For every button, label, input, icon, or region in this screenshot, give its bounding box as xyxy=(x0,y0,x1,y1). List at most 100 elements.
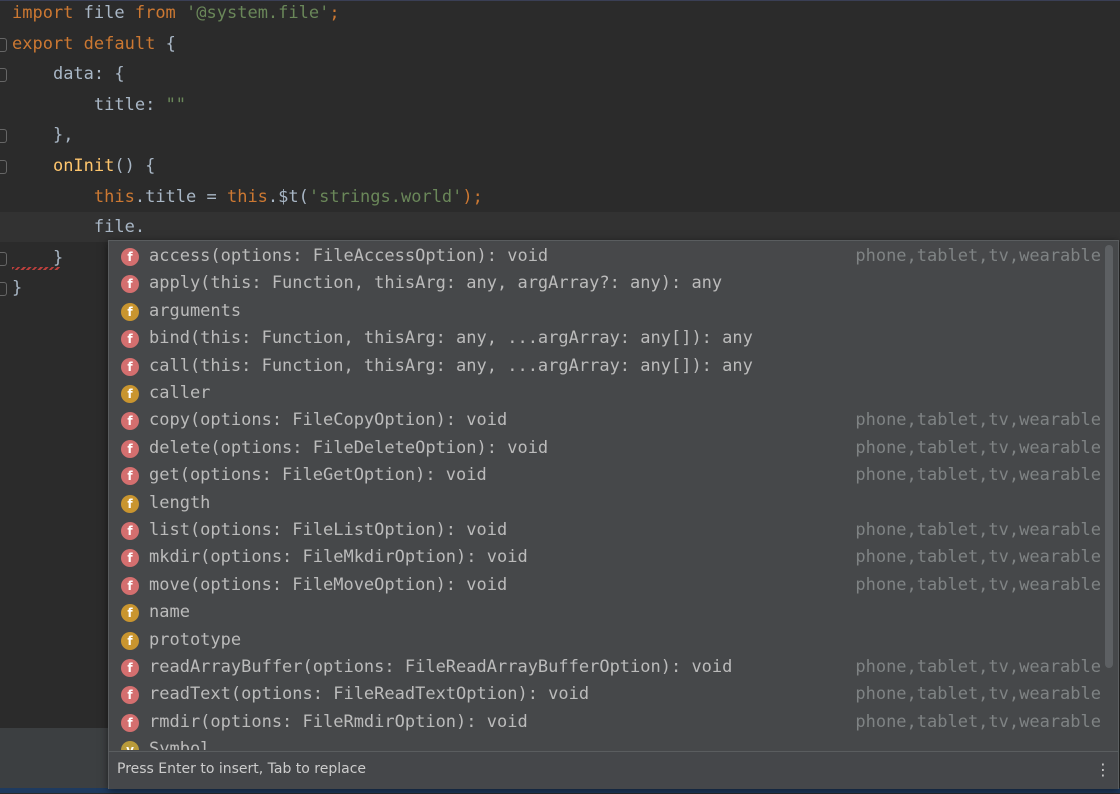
completion-item[interactable]: v Symbol xyxy=(109,736,1103,750)
fold-marker-icon[interactable] xyxy=(0,251,7,266)
code-token: .title = xyxy=(134,186,227,207)
completion-item[interactable]: f rmdir(options: FileRmdirOption): void ph… xyxy=(109,709,1103,736)
code-line[interactable]: title: "" xyxy=(0,90,1120,120)
code-text: title: "" xyxy=(12,90,186,120)
completion-item[interactable]: f readArrayBuffer(options: FileReadArrayB… xyxy=(109,654,1103,681)
code-line[interactable]: file. xyxy=(0,212,1120,243)
code-text: file. xyxy=(12,212,145,242)
property-icon: f xyxy=(121,604,139,623)
completion-item[interactable]: f name xyxy=(109,599,1103,626)
code-token: file. xyxy=(93,217,146,238)
completion-platforms: phone,tablet,tv,wearable xyxy=(855,574,1101,595)
code-line[interactable]: }, xyxy=(0,120,1120,150)
code-token: ; xyxy=(329,3,340,23)
method-icon: f xyxy=(121,522,139,540)
code-token: default xyxy=(83,33,156,54)
code-token: }, xyxy=(52,125,74,146)
completion-item[interactable]: f list(options: FileListOption): void phon… xyxy=(109,517,1103,544)
code-token: import xyxy=(12,3,74,23)
completion-item[interactable]: f mkdir(options: FileMkdirOption): void ph… xyxy=(109,544,1103,571)
method-icon: f xyxy=(121,686,139,705)
completion-signature: caller xyxy=(149,383,211,403)
vertical-dots-icon[interactable]: ⋮ xyxy=(1095,760,1111,780)
completion-item[interactable]: f delete(options: FileDeleteOption): void… xyxy=(109,435,1103,462)
code-token: export xyxy=(12,33,74,54)
method-icon: f xyxy=(121,549,139,568)
code-token: data xyxy=(52,64,94,85)
completion-list[interactable]: f access(options: FileAccessOption): void… xyxy=(109,243,1103,750)
code-line[interactable]: import file from '@system.file'; xyxy=(0,0,1120,28)
code-text: } xyxy=(12,273,22,303)
completion-signature: name xyxy=(149,602,190,623)
completion-item[interactable]: f prototype xyxy=(109,627,1103,654)
fold-marker-icon[interactable] xyxy=(0,282,7,297)
fold-marker-icon[interactable] xyxy=(0,68,7,83)
status-strip xyxy=(0,728,108,788)
code-token: : xyxy=(145,94,166,115)
method-icon: f xyxy=(121,330,139,349)
code-token: ); xyxy=(462,186,483,207)
completion-platforms: phone,tablet,tv,wearable xyxy=(855,465,1101,486)
code-token: { xyxy=(155,33,176,54)
method-icon: f xyxy=(121,275,139,294)
code-line[interactable]: data: { xyxy=(0,59,1120,89)
completion-footer: Press Enter to insert, Tab to replace ⋮ xyxy=(109,751,1118,789)
completion-signature: Symbol xyxy=(149,739,211,750)
completion-signature: apply(this: Function, thisArg: any, argA… xyxy=(149,273,723,294)
code-text: }, xyxy=(12,120,73,150)
code-token: : { xyxy=(93,64,125,85)
code-line[interactable]: onInit() { xyxy=(0,151,1120,181)
completion-scrollbar[interactable] xyxy=(1105,245,1113,668)
completion-item[interactable]: f copy(options: FileCopyOption): void phon… xyxy=(109,407,1103,434)
variable-icon: v xyxy=(121,741,139,750)
completion-item[interactable]: f move(options: FileMoveOption): void phon… xyxy=(109,572,1103,599)
completion-item[interactable]: f access(options: FileAccessOption): void… xyxy=(109,243,1103,271)
code-line[interactable]: this.title = this.$t('strings.world'); xyxy=(0,182,1120,212)
completion-signature: copy(options: FileCopyOption): void xyxy=(149,410,508,431)
completion-item[interactable]: f get(options: FileGetOption): void phone,… xyxy=(109,462,1103,489)
method-icon: f xyxy=(121,357,139,376)
completion-platforms: phone,tablet,tv,wearable xyxy=(855,657,1101,677)
method-icon: f xyxy=(121,576,139,595)
completion-item[interactable]: f readText(options: FileReadTextOption): … xyxy=(109,681,1103,708)
completion-signature: mkdir(options: FileMkdirOption): void xyxy=(149,547,528,568)
completion-signature: readText(options: FileReadTextOption): v… xyxy=(149,684,590,705)
completion-signature: readArrayBuffer(options: FileReadArrayBu… xyxy=(149,657,733,677)
completion-signature: move(options: FileMoveOption): void xyxy=(149,574,508,595)
error-squiggle xyxy=(12,266,60,270)
completion-item[interactable]: f apply(this: Function, thisArg: any, arg… xyxy=(109,270,1103,297)
completion-signature: call(this: Function, thisArg: any, ...ar… xyxy=(149,355,753,376)
property-icon: f xyxy=(121,385,139,403)
completion-signature: prototype xyxy=(149,629,242,650)
fold-marker-icon[interactable] xyxy=(0,129,7,144)
method-icon: f xyxy=(121,467,139,486)
code-text: export default { xyxy=(12,29,176,59)
completion-hint: Press Enter to insert, Tab to replace xyxy=(117,761,367,777)
code-token: .$t( xyxy=(267,186,309,207)
code-token: title xyxy=(93,94,146,115)
fold-marker-icon[interactable] xyxy=(0,160,7,174)
completion-item[interactable]: f arguments xyxy=(109,298,1103,325)
completion-item[interactable]: f call(this: Function, thisArg: any, ...a… xyxy=(109,353,1103,380)
completion-item[interactable]: f bind(this: Function, thisArg: any, ...a… xyxy=(109,325,1103,352)
completion-signature: arguments xyxy=(149,300,242,321)
code-token: } xyxy=(52,247,64,268)
code-token: "" xyxy=(165,94,187,115)
completion-signature: bind(this: Function, thisArg: any, ...ar… xyxy=(149,328,753,349)
code-token: this xyxy=(93,186,135,207)
code-token: from xyxy=(134,3,176,23)
method-icon: f xyxy=(121,659,139,677)
completion-platforms: phone,tablet,tv,wearable xyxy=(855,410,1101,431)
fold-marker-icon[interactable] xyxy=(0,37,7,52)
completion-popup[interactable]: f access(options: FileAccessOption): void… xyxy=(108,240,1119,789)
code-text: import file from '@system.file'; xyxy=(12,0,340,28)
code-line[interactable]: export default { xyxy=(0,29,1120,59)
completion-item[interactable]: f length xyxy=(109,490,1103,517)
completion-item[interactable]: f caller xyxy=(109,380,1103,407)
